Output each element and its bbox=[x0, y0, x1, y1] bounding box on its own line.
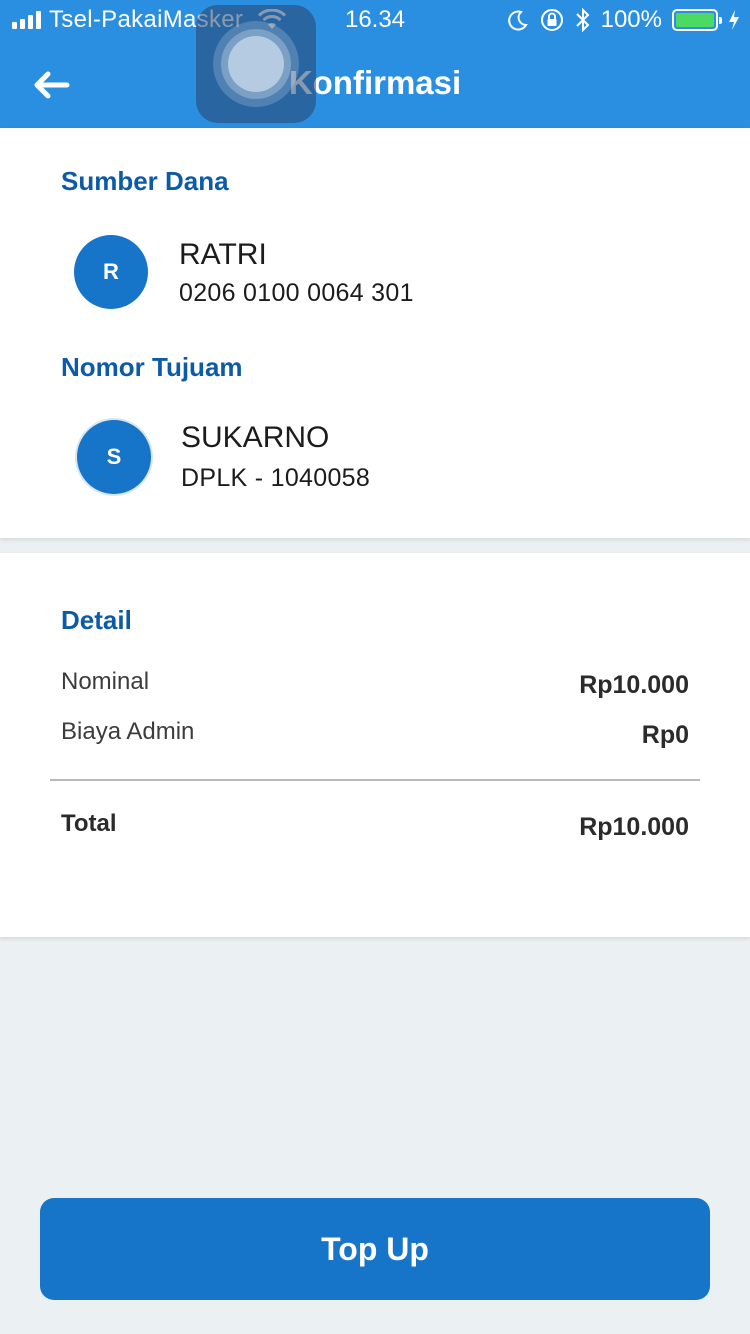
parties-card: Sumber Dana R RATRI 0206 0100 0064 301 N… bbox=[0, 128, 750, 538]
bluetooth-icon bbox=[575, 8, 590, 32]
assistive-touch-core bbox=[228, 36, 284, 92]
battery-percent: 100% bbox=[600, 6, 662, 33]
rotation-lock-icon bbox=[540, 9, 563, 31]
destination-account: DPLK - 1040058 bbox=[181, 464, 371, 492]
top-up-button[interactable]: Top Up bbox=[40, 1198, 710, 1300]
destination-name: SUKARNO bbox=[181, 421, 330, 454]
nominal-label: Nominal bbox=[61, 668, 150, 695]
battery-icon bbox=[672, 9, 722, 31]
source-name: RATRI bbox=[179, 238, 267, 271]
destination-section-title: Nomor Tujuam bbox=[61, 352, 243, 382]
detail-card: Detail Nominal Rp10.000 Biaya Admin Rp0 … bbox=[0, 553, 750, 937]
admin-fee-label: Biaya Admin bbox=[61, 718, 195, 745]
source-section-title: Sumber Dana bbox=[61, 166, 229, 196]
page-title: Konfirmasi bbox=[288, 64, 462, 101]
nominal-value: Rp10.000 bbox=[579, 671, 689, 699]
assistive-touch-ring bbox=[213, 21, 299, 107]
detail-section-title: Detail bbox=[61, 605, 132, 635]
assistive-touch-button[interactable] bbox=[196, 5, 316, 123]
admin-fee-value: Rp0 bbox=[641, 721, 689, 749]
assistive-touch-inner-ring bbox=[221, 29, 291, 99]
detail-divider bbox=[50, 779, 700, 781]
destination-avatar: S bbox=[77, 420, 151, 494]
battery-fill bbox=[676, 13, 714, 27]
moon-icon bbox=[507, 10, 528, 31]
total-label: Total bbox=[61, 810, 117, 837]
status-right: 100% bbox=[507, 6, 740, 34]
status-bar: Tsel-PakaiMasker 16.34 100% bbox=[0, 0, 750, 40]
app-header: Tsel-PakaiMasker 16.34 100% Konfirmasi bbox=[0, 0, 750, 128]
source-avatar: R bbox=[74, 235, 148, 309]
charging-icon bbox=[729, 10, 739, 30]
source-account: 0206 0100 0064 301 bbox=[179, 279, 414, 307]
total-value: Rp10.000 bbox=[579, 813, 689, 841]
